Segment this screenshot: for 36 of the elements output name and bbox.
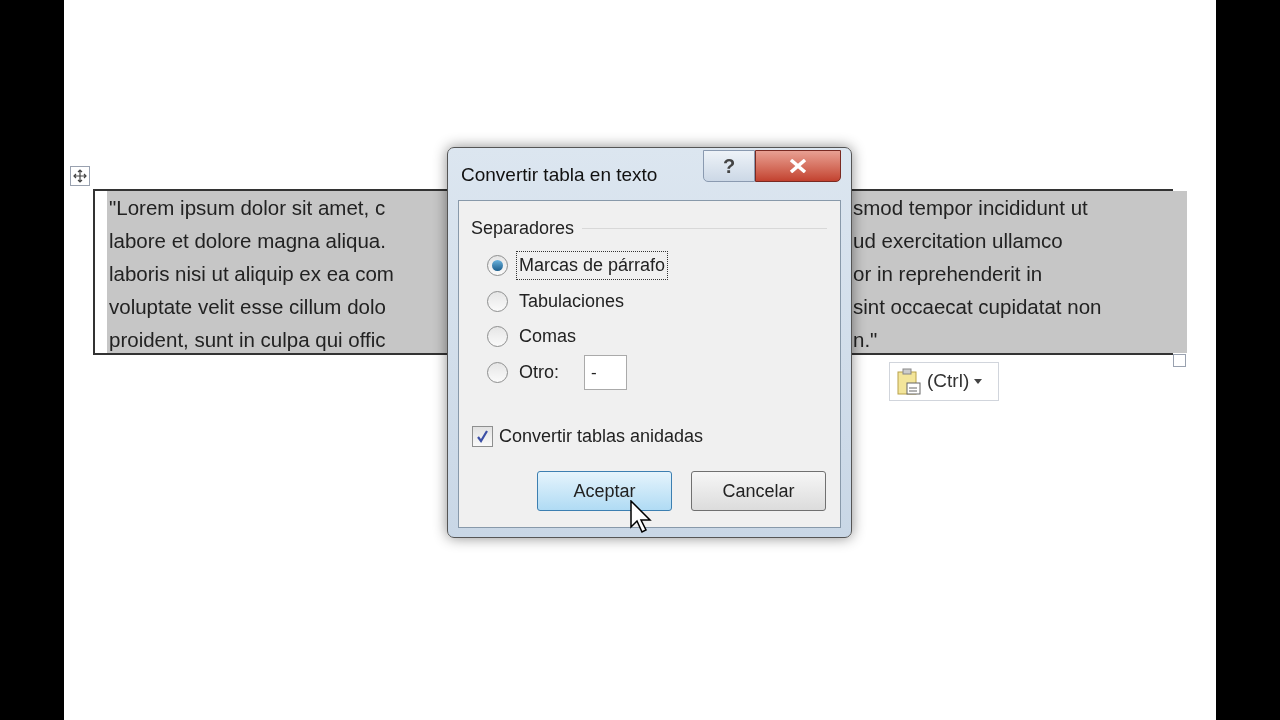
caret-icon xyxy=(974,379,983,384)
group-label: Separadores xyxy=(471,217,575,240)
help-button[interactable]: ? xyxy=(703,150,755,182)
text-line: or in reprehenderit in xyxy=(853,261,1043,288)
text-line: n." xyxy=(853,327,878,354)
text-line: laboris nisi ut aliquip ex ea com xyxy=(109,261,395,288)
text-field[interactable]: - xyxy=(584,355,627,390)
radio-button[interactable] xyxy=(487,255,508,276)
option-label: Marcas de párrafo xyxy=(516,251,669,280)
option-label: Otro: xyxy=(518,361,560,384)
clipboard-icon xyxy=(896,367,922,396)
text-line: sint occaecat cupidatat non xyxy=(853,294,1102,321)
option-label: Comas xyxy=(518,325,577,348)
text-line: labore et dolore magna aliqua. xyxy=(109,228,387,255)
text-line: smod tempor incididunt ut xyxy=(853,195,1088,222)
option-label: Tabulaciones xyxy=(518,290,626,313)
text-line: ud exercitation ullamco xyxy=(853,228,1063,255)
text-line: voluptate velit esse cillum dolo xyxy=(109,294,387,321)
text-line: proident, sunt in culpa qui offic xyxy=(109,327,387,354)
paste-options-button[interactable]: (Ctrl) xyxy=(889,362,999,401)
checkmark-icon xyxy=(476,430,489,443)
dialog-button[interactable]: Aceptar xyxy=(537,471,672,511)
paste-label: (Ctrl) xyxy=(927,369,970,394)
radio-button[interactable] xyxy=(487,291,508,312)
checkbox-label: Convertir tablas anidadas xyxy=(499,425,704,448)
text-line: "Lorem ipsum dolor sit amet, c xyxy=(109,195,387,222)
radio-button[interactable] xyxy=(487,326,508,347)
radio-button[interactable] xyxy=(487,362,508,383)
move-handle-icon[interactable] xyxy=(70,166,90,186)
mouse-cursor-icon xyxy=(630,500,652,534)
window-title: Convertir tabla en texto xyxy=(461,163,658,187)
resize-handle-icon[interactable] xyxy=(1173,354,1186,367)
dialog-button[interactable]: Cancelar xyxy=(691,471,826,511)
checkbox[interactable] xyxy=(472,426,493,447)
close-button[interactable] xyxy=(755,150,841,182)
close-icon xyxy=(789,159,807,173)
